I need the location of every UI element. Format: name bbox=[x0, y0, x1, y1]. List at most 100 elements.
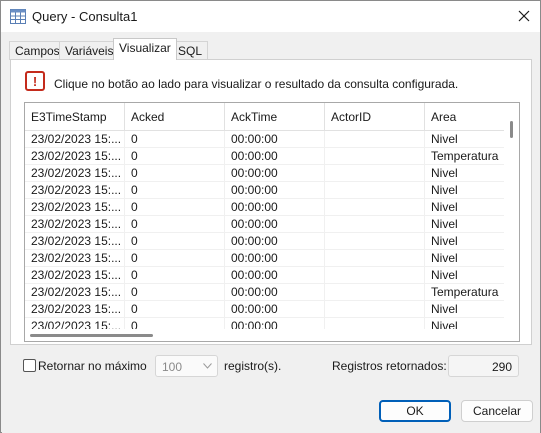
cell-acktime: 00:00:00 bbox=[225, 199, 325, 216]
table-row[interactable]: 23/02/2023 15:... 0 00:00:00 Nivel bbox=[25, 318, 504, 329]
cell-actorid bbox=[325, 216, 425, 233]
results-grid[interactable]: E3TimeStamp Acked AckTime ActorID Area 2… bbox=[24, 102, 520, 342]
cell-actorid bbox=[325, 233, 425, 250]
table-row[interactable]: 23/02/2023 15:... 0 00:00:00 Nivel bbox=[25, 250, 504, 267]
table-row[interactable]: 23/02/2023 15:... 0 00:00:00 Nivel bbox=[25, 216, 504, 233]
cell-area: Nivel bbox=[425, 131, 504, 148]
cancel-button[interactable]: Cancelar bbox=[461, 400, 533, 422]
dialog-footer: OK Cancelar bbox=[2, 391, 540, 433]
cell-e3timestamp: 23/02/2023 15:... bbox=[25, 148, 125, 165]
column-header-e3timestamp[interactable]: E3TimeStamp bbox=[25, 103, 125, 131]
exclamation-icon: ! bbox=[32, 73, 38, 89]
table-row[interactable]: 23/02/2023 15:... 0 00:00:00 Nivel bbox=[25, 131, 504, 148]
cell-actorid bbox=[325, 182, 425, 199]
cell-acktime: 00:00:00 bbox=[225, 148, 325, 165]
table-row[interactable]: 23/02/2023 15:... 0 00:00:00 Temperatura bbox=[25, 284, 504, 301]
cell-actorid bbox=[325, 267, 425, 284]
cell-area: Nivel bbox=[425, 182, 504, 199]
cell-acktime: 00:00:00 bbox=[225, 233, 325, 250]
limit-label[interactable]: Retornar no máximo bbox=[38, 359, 147, 373]
cell-e3timestamp: 23/02/2023 15:... bbox=[25, 199, 125, 216]
cell-actorid bbox=[325, 284, 425, 301]
cell-acktime: 00:00:00 bbox=[225, 284, 325, 301]
query-dialog: Query - Consulta1 Campos Variáveis Visua… bbox=[0, 0, 541, 433]
column-header-acktime[interactable]: AckTime bbox=[225, 103, 325, 131]
cell-actorid bbox=[325, 199, 425, 216]
cell-e3timestamp: 23/02/2023 15:... bbox=[25, 131, 125, 148]
tab-campos[interactable]: Campos bbox=[9, 41, 66, 60]
cell-acked: 0 bbox=[125, 284, 225, 301]
run-query-button[interactable]: ! bbox=[25, 71, 45, 91]
cell-area: Nivel bbox=[425, 165, 504, 182]
close-icon bbox=[518, 10, 530, 22]
table-row[interactable]: 23/02/2023 15:... 0 00:00:00 Temperatura bbox=[25, 148, 504, 165]
cell-acktime: 00:00:00 bbox=[225, 318, 325, 329]
cell-e3timestamp: 23/02/2023 15:... bbox=[25, 182, 125, 199]
window-title: Query - Consulta1 bbox=[32, 9, 138, 24]
cell-acked: 0 bbox=[125, 148, 225, 165]
cell-area: Temperatura bbox=[425, 284, 504, 301]
ok-button[interactable]: OK bbox=[379, 400, 451, 422]
table-row[interactable]: 23/02/2023 15:... 0 00:00:00 Nivel bbox=[25, 301, 504, 318]
table-row[interactable]: 23/02/2023 15:... 0 00:00:00 Nivel bbox=[25, 199, 504, 216]
limit-checkbox[interactable] bbox=[23, 359, 36, 372]
cell-acked: 0 bbox=[125, 233, 225, 250]
cell-acktime: 00:00:00 bbox=[225, 301, 325, 318]
cell-area: Nivel bbox=[425, 301, 504, 318]
cell-acktime: 00:00:00 bbox=[225, 131, 325, 148]
cell-e3timestamp: 23/02/2023 15:... bbox=[25, 318, 125, 329]
cell-e3timestamp: 23/02/2023 15:... bbox=[25, 233, 125, 250]
chevron-down-icon bbox=[203, 363, 212, 369]
grid-header: E3TimeStamp Acked AckTime ActorID Area bbox=[25, 103, 504, 131]
cell-area: Nivel bbox=[425, 318, 504, 329]
cell-actorid bbox=[325, 165, 425, 182]
cell-actorid bbox=[325, 131, 425, 148]
limit-options: Retornar no máximo 100 registro(s). Regi… bbox=[23, 355, 523, 377]
table-row[interactable]: 23/02/2023 15:... 0 00:00:00 Nivel bbox=[25, 267, 504, 284]
cell-actorid bbox=[325, 250, 425, 267]
close-button[interactable] bbox=[511, 5, 537, 27]
cell-area: Temperatura bbox=[425, 148, 504, 165]
cell-acked: 0 bbox=[125, 301, 225, 318]
cell-area: Nivel bbox=[425, 250, 504, 267]
cell-acktime: 00:00:00 bbox=[225, 182, 325, 199]
cell-e3timestamp: 23/02/2023 15:... bbox=[25, 165, 125, 182]
records-label: registro(s). bbox=[224, 359, 282, 373]
title-bar: Query - Consulta1 bbox=[1, 1, 540, 32]
horizontal-scrollbar[interactable] bbox=[25, 329, 519, 341]
cell-acked: 0 bbox=[125, 318, 225, 329]
limit-value: 100 bbox=[162, 360, 183, 374]
column-header-area[interactable]: Area bbox=[425, 103, 504, 131]
returned-label: Registros retornados: bbox=[332, 359, 447, 373]
column-header-acked[interactable]: Acked bbox=[125, 103, 225, 131]
cell-acked: 0 bbox=[125, 250, 225, 267]
cell-actorid bbox=[325, 301, 425, 318]
cell-e3timestamp: 23/02/2023 15:... bbox=[25, 267, 125, 284]
vertical-scroll-thumb[interactable] bbox=[510, 121, 513, 138]
tab-sql[interactable]: SQL bbox=[172, 41, 209, 60]
table-row[interactable]: 23/02/2023 15:... 0 00:00:00 Nivel bbox=[25, 233, 504, 250]
cell-e3timestamp: 23/02/2023 15:... bbox=[25, 301, 125, 318]
column-header-actorid[interactable]: ActorID bbox=[325, 103, 425, 131]
cell-actorid bbox=[325, 318, 425, 329]
horizontal-scroll-thumb[interactable] bbox=[30, 334, 153, 337]
cell-e3timestamp: 23/02/2023 15:... bbox=[25, 216, 125, 233]
cell-acked: 0 bbox=[125, 165, 225, 182]
cell-acked: 0 bbox=[125, 267, 225, 284]
cell-acktime: 00:00:00 bbox=[225, 267, 325, 284]
table-row[interactable]: 23/02/2023 15:... 0 00:00:00 Nivel bbox=[25, 182, 504, 199]
cell-e3timestamp: 23/02/2023 15:... bbox=[25, 284, 125, 301]
cell-acked: 0 bbox=[125, 199, 225, 216]
info-text: Clique no botão ao lado para visualizar … bbox=[54, 77, 459, 91]
limit-select[interactable]: 100 bbox=[155, 355, 218, 377]
cell-acked: 0 bbox=[125, 131, 225, 148]
returned-count-field: 290 bbox=[448, 355, 519, 377]
visualizar-panel: ! Clique no botão ao lado para visualiza… bbox=[10, 59, 532, 345]
cell-area: Nivel bbox=[425, 267, 504, 284]
cell-acked: 0 bbox=[125, 216, 225, 233]
cell-acktime: 00:00:00 bbox=[225, 250, 325, 267]
tab-variaveis[interactable]: Variáveis bbox=[59, 41, 120, 60]
vertical-scrollbar[interactable] bbox=[505, 103, 519, 329]
table-row[interactable]: 23/02/2023 15:... 0 00:00:00 Nivel bbox=[25, 165, 504, 182]
tab-visualizar[interactable]: Visualizar bbox=[113, 38, 177, 60]
